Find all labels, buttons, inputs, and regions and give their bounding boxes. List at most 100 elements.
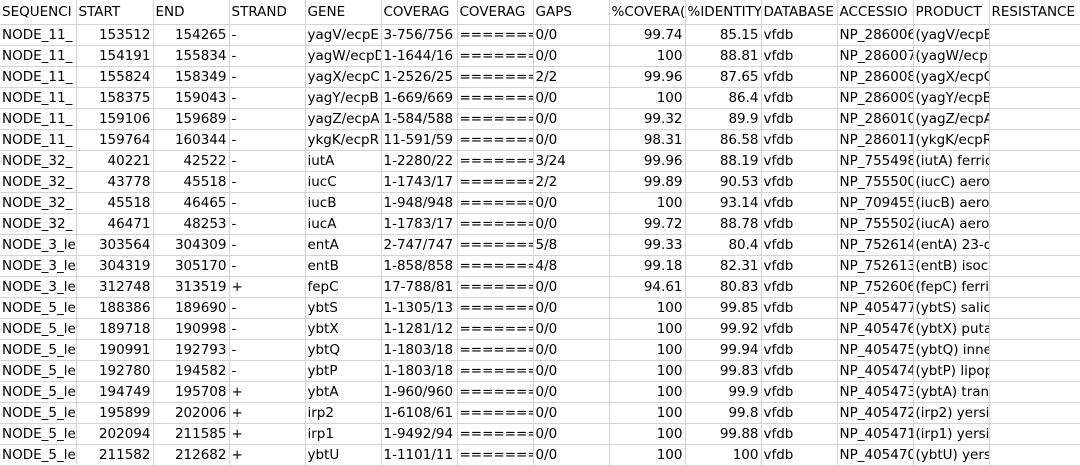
cell-end[interactable]: 192793 xyxy=(153,339,230,361)
cell-coverage[interactable]: 1-6108/61 xyxy=(381,402,458,424)
cell-gene[interactable]: ykgK/ecpR xyxy=(305,129,382,151)
cell-pct-coverage[interactable]: 99.18 xyxy=(609,255,686,277)
cell-sequence[interactable]: NODE_5_le xyxy=(0,360,77,382)
cell-product[interactable]: (ybtQ) inner membrane ABC-transporter Yb… xyxy=(913,339,990,361)
cell-accession[interactable]: NP_405477 xyxy=(837,297,914,319)
cell-pct-identity[interactable]: 86.4 xyxy=(685,87,762,109)
cell-pct-identity[interactable]: 86.58 xyxy=(685,129,762,151)
cell-database[interactable]: vfdb xyxy=(761,360,838,382)
cell-sequence[interactable]: NODE_5_le xyxy=(0,339,77,361)
cell-coverage[interactable]: 1-1743/17 xyxy=(381,171,458,193)
cell-resistance[interactable] xyxy=(989,108,1080,130)
cell-database[interactable]: vfdb xyxy=(761,255,838,277)
cell-coverage[interactable]: 1-960/960 xyxy=(381,381,458,403)
cell-pct-identity[interactable]: 87.65 xyxy=(685,66,762,88)
cell-end[interactable]: 195708 xyxy=(153,381,230,403)
cell-coverage-map[interactable]: ======= xyxy=(457,66,534,88)
cell-end[interactable]: 160344 xyxy=(153,129,230,151)
cell-coverage[interactable]: 11-591/59 xyxy=(381,129,458,151)
cell-pct-identity[interactable]: 88.19 xyxy=(685,150,762,172)
cell-gene[interactable]: ybtS xyxy=(305,297,382,319)
cell-coverage-map[interactable]: ======= xyxy=(457,24,534,46)
cell-product[interactable]: (iutA) ferric aerobactin receptor precur… xyxy=(913,150,990,172)
cell-end[interactable]: 42522 xyxy=(153,150,230,172)
cell-strand[interactable]: - xyxy=(229,108,306,130)
cell-start[interactable]: 312748 xyxy=(76,276,154,298)
cell-coverage[interactable]: 1-948/948 xyxy=(381,192,458,214)
cell-coverage[interactable]: 1-1305/13 xyxy=(381,297,458,319)
cell-gene[interactable]: yagX/ecpC xyxy=(305,66,382,88)
cell-resistance[interactable] xyxy=(989,129,1080,151)
cell-pct-identity[interactable]: 93.14 xyxy=(685,192,762,214)
cell-accession[interactable]: NP_755502 xyxy=(837,213,914,235)
cell-end[interactable]: 211585 xyxy=(153,423,230,445)
cell-database[interactable]: vfdb xyxy=(761,381,838,403)
cell-sequence[interactable]: NODE_11_ xyxy=(0,108,77,130)
cell-pct-identity[interactable]: 82.31 xyxy=(685,255,762,277)
cell-database[interactable]: vfdb xyxy=(761,402,838,424)
cell-coverage-map[interactable]: ======= xyxy=(457,339,534,361)
cell-pct-coverage[interactable]: 99.96 xyxy=(609,66,686,88)
cell-coverage[interactable]: 2-747/747 xyxy=(381,234,458,256)
cell-strand[interactable]: - xyxy=(229,339,306,361)
header-cell-start[interactable]: START xyxy=(76,0,154,25)
cell-resistance[interactable] xyxy=(989,150,1080,172)
cell-coverage[interactable]: 1-1101/11 xyxy=(381,444,458,466)
cell-gaps[interactable]: 0/0 xyxy=(533,87,610,109)
cell-gene[interactable]: irp1 xyxy=(305,423,382,445)
cell-product[interactable]: (yagW/ecpD) polymerized tip adhesin of E… xyxy=(913,45,990,67)
spreadsheet-grid[interactable]: SEQUENCI START END STRAND GENE COVERAG COVERAG… xyxy=(0,0,1080,466)
cell-start[interactable]: 40221 xyxy=(76,150,154,172)
cell-gaps[interactable]: 2/2 xyxy=(533,171,610,193)
cell-resistance[interactable] xyxy=(989,234,1080,256)
cell-strand[interactable]: - xyxy=(229,129,306,151)
cell-strand[interactable]: - xyxy=(229,297,306,319)
cell-end[interactable]: 194582 xyxy=(153,360,230,382)
cell-product[interactable]: (yagY/ecpB) E. coli common pilus chapero… xyxy=(913,87,990,109)
cell-coverage[interactable]: 1-2280/22 xyxy=(381,150,458,172)
cell-gene[interactable]: ybtA xyxy=(305,381,382,403)
cell-pct-identity[interactable]: 80.4 xyxy=(685,234,762,256)
cell-strand[interactable]: - xyxy=(229,24,306,46)
cell-product[interactable]: (ybtS) salicylate synthase Irp9 xyxy=(913,297,990,319)
cell-gene[interactable]: yagW/ecpD xyxy=(305,45,382,67)
cell-product[interactable]: (yagZ/ecpA) E. coli common pilus structu… xyxy=(913,108,990,130)
cell-product[interactable]: (yagV/ecpE) E. coli common pilus chapero… xyxy=(913,24,990,46)
cell-sequence[interactable]: NODE_11_ xyxy=(0,24,77,46)
cell-sequence[interactable]: NODE_3_le xyxy=(0,255,77,277)
cell-strand[interactable]: + xyxy=(229,381,306,403)
cell-end[interactable]: 48253 xyxy=(153,213,230,235)
cell-end[interactable]: 212682 xyxy=(153,444,230,466)
cell-gene[interactable]: yagV/ecpE xyxy=(305,24,382,46)
cell-accession[interactable]: NP_286007 xyxy=(837,45,914,67)
cell-database[interactable]: vfdb xyxy=(761,339,838,361)
cell-resistance[interactable] xyxy=(989,87,1080,109)
cell-accession[interactable]: NP_709455 xyxy=(837,192,914,214)
cell-accession[interactable]: NP_405474 xyxy=(837,360,914,382)
cell-resistance[interactable] xyxy=(989,360,1080,382)
cell-coverage-map[interactable]: ======= xyxy=(457,444,534,466)
cell-end[interactable]: 158349 xyxy=(153,66,230,88)
cell-accession[interactable]: NP_286008 xyxy=(837,66,914,88)
cell-pct-identity[interactable]: 89.9 xyxy=(685,108,762,130)
cell-accession[interactable]: NP_405472 xyxy=(837,402,914,424)
cell-gene[interactable]: iutA xyxy=(305,150,382,172)
cell-pct-identity[interactable]: 99.8 xyxy=(685,402,762,424)
cell-pct-coverage[interactable]: 100 xyxy=(609,87,686,109)
cell-coverage[interactable]: 1-1803/18 xyxy=(381,339,458,361)
cell-coverage-map[interactable]: ======= xyxy=(457,402,534,424)
cell-gaps[interactable]: 3/24 xyxy=(533,150,610,172)
cell-gene[interactable]: ybtQ xyxy=(305,339,382,361)
cell-product[interactable]: (irp1) yersiniabactin biosynthetic prote… xyxy=(913,423,990,445)
cell-database[interactable]: vfdb xyxy=(761,66,838,88)
cell-end[interactable]: 46465 xyxy=(153,192,230,214)
cell-sequence[interactable]: NODE_32_ xyxy=(0,171,77,193)
cell-start[interactable]: 154191 xyxy=(76,45,154,67)
cell-strand[interactable]: - xyxy=(229,234,306,256)
cell-sequence[interactable]: NODE_11_ xyxy=(0,87,77,109)
cell-strand[interactable]: + xyxy=(229,423,306,445)
cell-gaps[interactable]: 0/0 xyxy=(533,339,610,361)
cell-start[interactable]: 43778 xyxy=(76,171,154,193)
cell-strand[interactable]: - xyxy=(229,87,306,109)
cell-coverage-map[interactable]: ======= xyxy=(457,297,534,319)
